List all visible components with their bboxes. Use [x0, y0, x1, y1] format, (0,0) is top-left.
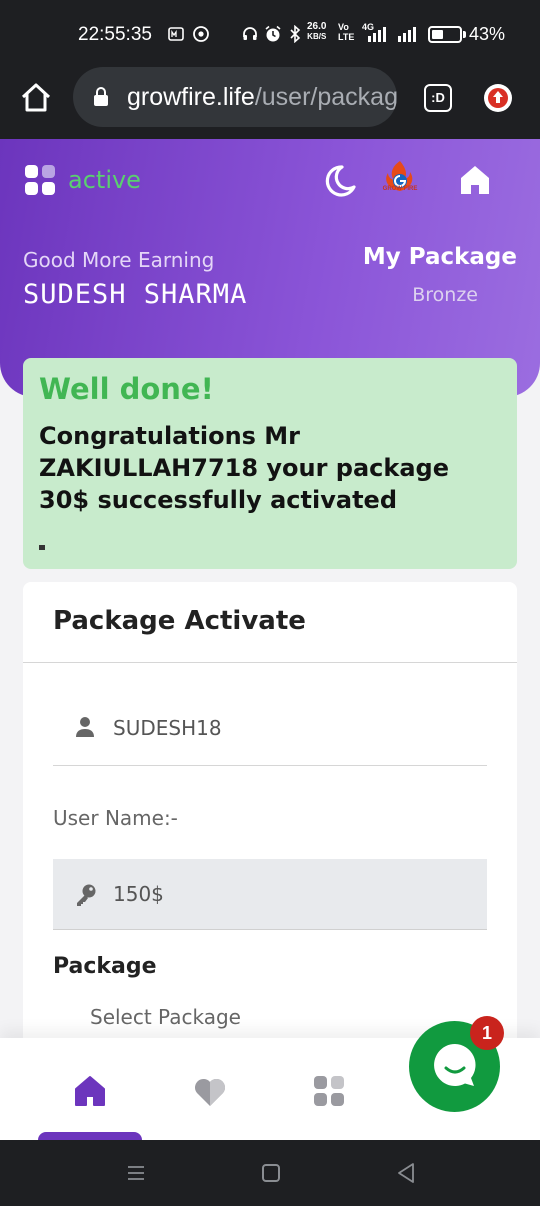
moon-icon[interactable] [322, 163, 358, 199]
alert-message: Congratulations Mr ZAKIULLAH7718 your pa… [39, 422, 450, 514]
greeting-text: Good More Earning [23, 248, 215, 272]
menu-grid-icon[interactable] [25, 165, 57, 197]
nav-home-icon[interactable] [73, 1074, 107, 1108]
username-field[interactable]: SUDESH18 [53, 692, 487, 766]
package-label: Package [53, 954, 157, 979]
amount-field[interactable]: 150$ [53, 859, 487, 930]
nav-apps-icon[interactable] [314, 1076, 346, 1108]
tabs-icon[interactable]: :D [424, 84, 452, 112]
alarm-icon [265, 25, 281, 42]
update-icon[interactable] [484, 84, 512, 112]
logo-text: GROW FIRE [382, 186, 418, 192]
net-speed: 26.0 KB/S [307, 21, 327, 42]
bluetooth-icon [290, 25, 301, 43]
volte-indicator: Vo LTE [338, 22, 355, 42]
back-icon[interactable] [396, 1162, 416, 1184]
username-value: SUDESH18 [113, 716, 222, 740]
package-name: Bronze [412, 284, 478, 306]
system-nav-bar [0, 1140, 540, 1206]
status-active-label: active [68, 166, 141, 194]
browser-toolbar: growfire.life/user/package :D [0, 62, 540, 139]
package-activate-card: Package Activate SUDESH18 User Name:- 15… [23, 582, 517, 1052]
alert-close-dot[interactable] [39, 545, 45, 550]
home-icon[interactable] [18, 80, 54, 116]
headphones-icon [243, 27, 257, 40]
chrome-icon [193, 26, 209, 42]
amount-value: 150$ [113, 882, 164, 906]
battery-percent: 43% [469, 24, 506, 44]
battery-tip [463, 31, 466, 38]
url-text: growfire.life/user/package [127, 83, 397, 111]
system-home-icon[interactable] [262, 1164, 280, 1182]
my-package-label: My Package [362, 244, 517, 270]
package-select[interactable]: Select Package [90, 1005, 241, 1029]
chat-bubble-icon [434, 1044, 476, 1086]
status-bar: 22:55:35 26.0 KB/S Vo LTE 4G 43% [0, 0, 540, 62]
user-icon [76, 717, 94, 737]
signal-icon [368, 27, 416, 42]
house-icon[interactable] [458, 163, 492, 197]
user-full-name: SUDESH SHARMA [23, 279, 248, 310]
key-icon [77, 884, 96, 906]
nav-heart-icon[interactable] [193, 1076, 227, 1108]
success-alert: Well done! Congratulations Mr ZAKIULLAH7… [23, 358, 517, 569]
growfire-logo [386, 161, 413, 191]
battery-icon [428, 26, 462, 43]
chat-badge: 1 [470, 1016, 504, 1050]
user-name-label: User Name:- [53, 806, 178, 830]
alert-title: Well done! [39, 372, 214, 406]
nav-active-indicator [38, 1132, 142, 1140]
lock-icon [94, 87, 108, 106]
divider [23, 662, 517, 663]
card-title: Package Activate [53, 606, 306, 636]
mail-icon [168, 27, 184, 41]
recents-icon[interactable] [127, 1164, 145, 1182]
status-time: 22:55:35 [78, 24, 152, 45]
url-input[interactable]: growfire.life/user/package [73, 67, 397, 127]
battery-fill [432, 30, 443, 39]
